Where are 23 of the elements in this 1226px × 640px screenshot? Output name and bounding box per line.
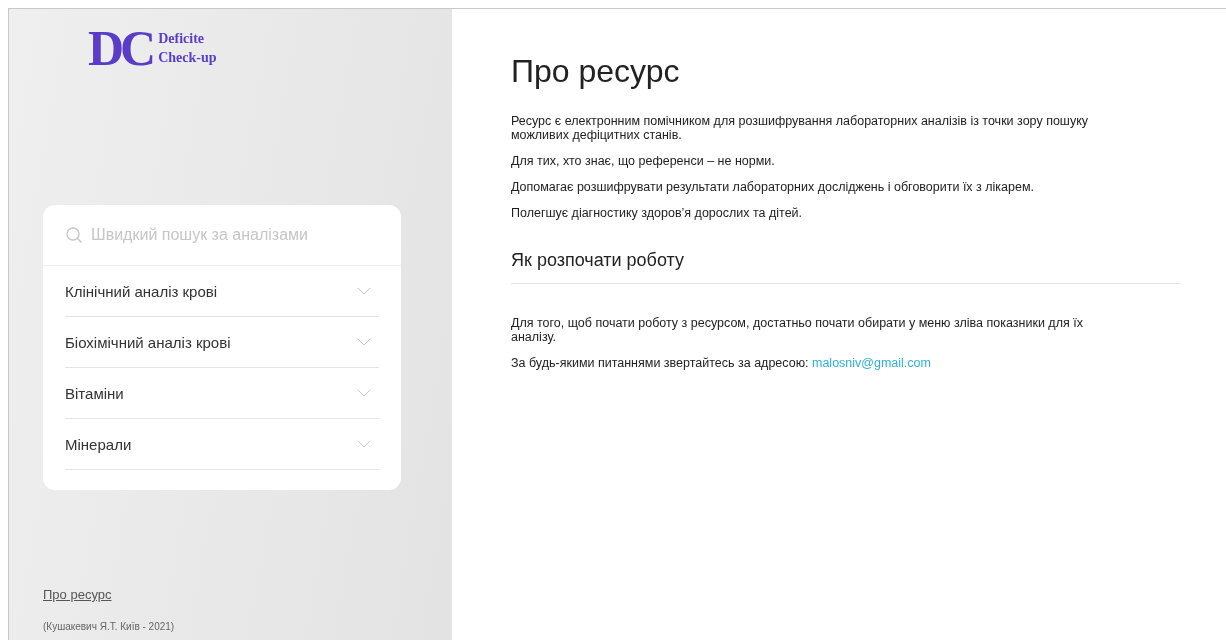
logo-mark: DC [88, 23, 153, 73]
paragraph: Допомагає розшифрувати результати лабораторних досліджень і обговорити їх з лікарем. [511, 180, 1036, 194]
chevron-icon [357, 287, 371, 295]
menu-item[interactable]: Мінерали [65, 419, 379, 470]
page-title: Про ресурс [511, 53, 681, 90]
chevron-icon [357, 338, 371, 346]
menu-item[interactable]: Вітаміни [65, 368, 379, 419]
credit-text: (Кушакевич Я.Т. Київ - 2021) [43, 621, 176, 632]
paragraph: Для того, щоб почати роботу з ресурсом, достатньо почати обирати у меню зліва показники для їх аналізу. [511, 316, 1084, 344]
menu-item[interactable]: Біохімічний аналіз крові [65, 317, 379, 368]
section-heading: Як розпочати роботу [511, 250, 1181, 284]
paragraph: Ресурс є електронним помічником для розшифрування лабораторних аналізів із точки зору пошуку можливих дефіцитних станів. [511, 114, 1089, 142]
search-icon [65, 226, 83, 244]
paragraph: За будь-якими питаннями звертайтесь за адресою: malosniv@gmail.com [511, 356, 932, 370]
paragraph: Для тих, хто знає, що референси – не норми. [511, 154, 776, 168]
logo-text: Check-up [158, 49, 217, 67]
search-field[interactable]: Швидкий пошук за аналізами [89, 225, 353, 245]
chevron-icon [357, 389, 371, 397]
about-link[interactable]: Про ресурс [43, 587, 112, 602]
chevron-icon [357, 440, 371, 448]
logo-text: Deficite [158, 30, 206, 48]
menu-item[interactable]: Клінічний аналіз крові [65, 266, 379, 317]
paragraph: Полегшує діагностику здоров’я дорослих та дітей. [511, 206, 804, 220]
